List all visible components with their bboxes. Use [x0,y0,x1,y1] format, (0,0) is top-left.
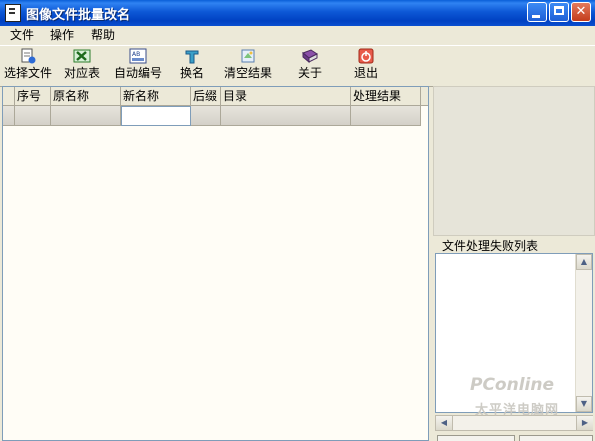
scroll-up-icon[interactable]: ▲ [576,254,592,270]
fail-list-group: 文件处理失败列表 ▲ ▼ ◀ ▶ [433,237,595,441]
bottom-button-left[interactable] [437,435,515,441]
file-grid[interactable]: 序号 原名称 新名称 后缀 目录 处理结果 [2,86,429,441]
table-cell[interactable] [51,106,121,126]
column-header-directory[interactable]: 目录 [221,87,351,105]
rename-label: 换名 [179,66,204,80]
auto-number-icon: AB [129,48,147,64]
app-icon [5,4,21,22]
fail-list-vscrollbar[interactable]: ▲ ▼ [575,254,592,412]
table-cell[interactable] [351,106,421,126]
select-files-label: 选择文件 [3,66,52,80]
column-header-index[interactable]: 序号 [15,87,51,105]
fail-list-title: 文件处理失败列表 [441,237,540,254]
column-header-new-name[interactable]: 新名称 [121,87,191,105]
fail-list-box[interactable]: ▲ ▼ [435,253,593,413]
auto-number-label: 自动编号 [113,66,162,80]
clear-results-button[interactable]: 清空结果 [222,48,274,84]
menu-bar: 文件 操作 帮助 [0,26,595,44]
table-cell[interactable] [191,106,221,126]
grid-header-indicator [3,87,15,105]
toolbar: 选择文件 对应表 AB 自动编号 换名 清空结果 关于 退出 [0,45,595,87]
close-icon: ✕ [575,4,587,19]
svg-text:AB: AB [132,51,140,58]
close-button[interactable]: ✕ [571,2,591,22]
select-files-button[interactable]: 选择文件 [2,48,54,84]
table-cell[interactable] [221,106,351,126]
about-button[interactable]: 关于 [292,48,328,84]
rename-icon [183,48,201,64]
table-cell-edit[interactable] [121,106,191,126]
menu-operation[interactable]: 操作 [50,27,74,43]
column-header-original-name[interactable]: 原名称 [51,87,121,105]
scroll-down-icon[interactable]: ▼ [576,396,592,412]
window-title: 图像文件批量改名 [26,8,131,23]
select-files-icon [19,48,37,64]
table-row[interactable] [3,106,428,126]
scroll-right-icon[interactable]: ▶ [576,416,593,430]
mapping-table-button[interactable]: 对应表 [62,48,102,84]
bottom-button-right[interactable] [519,435,593,441]
bottom-buttons-row [433,435,595,441]
minimize-button[interactable] [527,2,547,22]
maximize-icon [554,6,564,15]
row-indicator-cell [3,106,15,126]
menu-file[interactable]: 文件 [10,27,34,43]
about-book-icon [301,48,319,64]
title-bar[interactable]: 图像文件批量改名 ✕ [0,0,595,26]
app-window: 图像文件批量改名 ✕ 文件 操作 帮助 选择文件 对应表 AB 自动编号 换名 … [0,0,595,441]
exit-power-icon [357,48,375,64]
auto-number-button[interactable]: AB 自动编号 [112,48,164,84]
excel-table-icon [73,48,91,64]
mapping-table-label: 对应表 [63,66,100,80]
maximize-button[interactable] [549,2,569,22]
clear-results-label: 清空结果 [223,66,272,80]
rename-button[interactable]: 换名 [176,48,208,84]
menu-help[interactable]: 帮助 [91,27,115,43]
about-label: 关于 [297,66,322,80]
table-cell[interactable] [15,106,51,126]
preview-panel [433,86,595,236]
column-header-result[interactable]: 处理结果 [351,87,421,105]
column-header-suffix[interactable]: 后缀 [191,87,221,105]
minimize-icon [532,15,540,18]
grid-header: 序号 原名称 新名称 后缀 目录 处理结果 [3,87,428,106]
scroll-left-icon[interactable]: ◀ [436,416,453,430]
clear-results-icon [239,48,257,64]
exit-button[interactable]: 退出 [350,48,382,84]
exit-label: 退出 [353,66,378,80]
fail-list-hscrollbar[interactable]: ◀ ▶ [435,415,593,431]
